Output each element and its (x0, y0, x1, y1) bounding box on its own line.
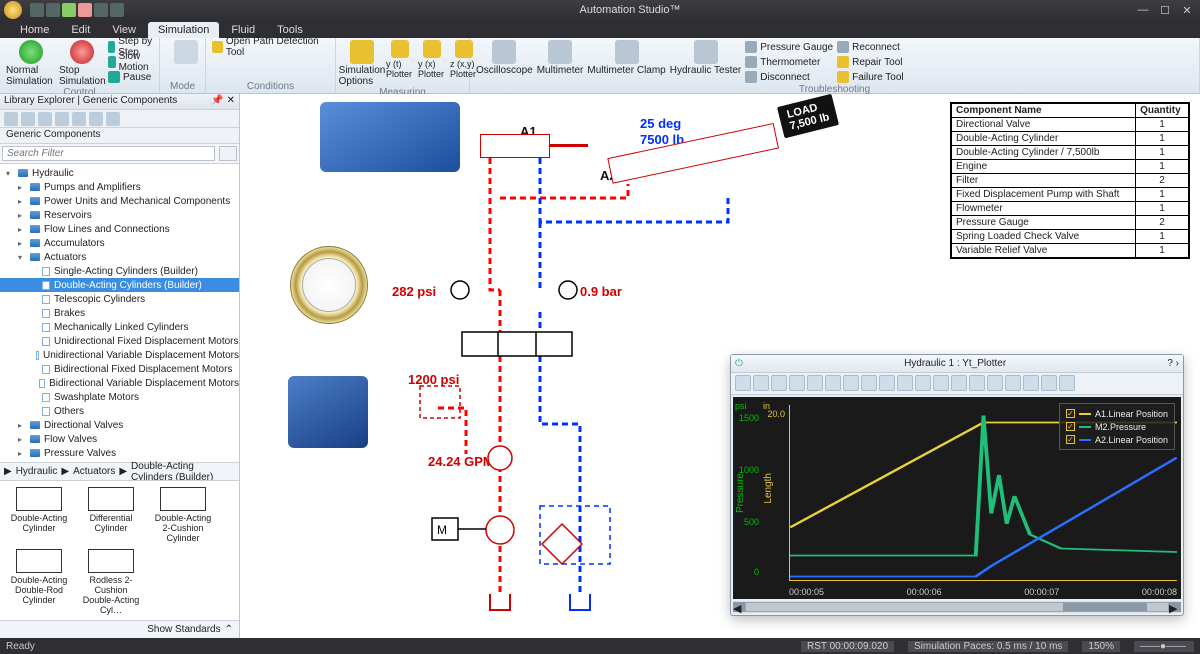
close-button[interactable]: ✕ (1180, 3, 1194, 17)
plotter-help-icon[interactable]: ? (1167, 358, 1173, 369)
menu-tabs: Home Edit View Simulation Fluid Tools (0, 20, 1200, 38)
status-slider[interactable]: ——●—— (1134, 641, 1194, 652)
tree-item[interactable]: ▸Flow Lines and Connections (0, 222, 239, 236)
panel-pin-icon[interactable]: 📌 ✕ (211, 95, 235, 108)
plot-scrollbar[interactable]: ◀▶ (733, 601, 1181, 613)
tree-item[interactable]: Telescopic Cylinders (0, 292, 239, 306)
search-input[interactable] (2, 146, 215, 161)
tree-item[interactable]: ▸Flow Valves (0, 432, 239, 446)
tree-item[interactable]: ▾Hydraulic (0, 166, 239, 180)
symbol-grid[interactable]: Double-Acting CylinderDifferential Cylin… (0, 480, 239, 620)
tab-edit[interactable]: Edit (61, 22, 100, 38)
symbol-item[interactable]: Double-Acting Double-Rod Cylinder (6, 549, 72, 615)
qat-icon[interactable] (94, 3, 108, 17)
plotter-collapse-icon[interactable]: › (1176, 358, 1179, 369)
multimeter-clamp-button[interactable]: Multimeter Clamp (587, 40, 665, 76)
title-bar: Automation Studio™ — ☐ ✕ (0, 0, 1200, 20)
quick-access-toolbar[interactable] (30, 3, 124, 17)
plot-area[interactable]: psi 1500 1000 500 0 Pressure in 20.0 Len… (733, 397, 1181, 599)
tree-item[interactable]: Double-Acting Cylinders (Builder) (0, 278, 239, 292)
plotter-toolbar[interactable] (731, 373, 1183, 395)
tree-item[interactable]: Single-Acting Cylinders (Builder) (0, 264, 239, 278)
component-table: Component NameQuantityDirectional Valve1… (950, 102, 1190, 259)
tree-item[interactable]: Unidirectional Variable Displacement Mot… (0, 348, 239, 362)
sim-options-button[interactable]: Simulation Options (342, 40, 382, 87)
symbol-item[interactable]: Double-Acting 2-Cushion Cylinder (150, 487, 216, 543)
qat-icon[interactable] (62, 3, 76, 17)
tree-item[interactable]: Bidirectional Variable Displacement Moto… (0, 376, 239, 390)
tree-item[interactable]: ▸Power Units and Mechanical Components (0, 194, 239, 208)
qat-icon[interactable] (78, 3, 92, 17)
tab-home[interactable]: Home (10, 22, 59, 38)
reconnect-button[interactable]: Reconnect (837, 40, 904, 54)
plotter-power-icon[interactable]: ⏻ (735, 358, 743, 369)
minimize-button[interactable]: — (1136, 3, 1150, 17)
status-rst: RST 00:00:09.020 (801, 641, 894, 652)
tree-item[interactable]: ▸Accumulators (0, 236, 239, 250)
library-tree[interactable]: ▾Hydraulic▸Pumps and Amplifiers▸Power Un… (0, 164, 239, 462)
expand-icon[interactable]: ⌃ (225, 624, 233, 635)
show-standards-button[interactable]: Show Standards (147, 624, 220, 635)
schematic-canvas[interactable]: A1 A2 25 deg 7500 lb LOAD7,500 lb 282 ps… (240, 94, 1200, 638)
time-axis: 00:00:0500:00:0600:00:0700:00:08 (789, 587, 1177, 597)
window-title: Automation Studio™ (124, 4, 1136, 16)
pause-button[interactable]: Pause (108, 70, 153, 84)
thermometer-button[interactable]: Thermometer (745, 55, 833, 69)
tab-simulation[interactable]: Simulation (148, 22, 219, 38)
yx-plotter-button[interactable]: y (x) Plotter (418, 40, 446, 79)
status-zoom[interactable]: 150% (1082, 641, 1120, 652)
plotter-title: Hydraulic 1 : Yt_Plotter (743, 358, 1167, 369)
status-bar: Ready RST 00:00:09.020 Simulation Paces:… (0, 638, 1200, 654)
status-paces: Simulation Paces: 0.5 ms / 10 ms (908, 641, 1068, 652)
symbol-item[interactable]: Differential Cylinder (78, 487, 144, 543)
qat-icon[interactable] (30, 3, 44, 17)
tree-item[interactable]: Others (0, 404, 239, 418)
failure-tool-button[interactable]: Failure Tool (837, 70, 904, 84)
svg-text:M: M (437, 523, 447, 537)
tree-item[interactable]: Unidirectional Fixed Displacement Motors (0, 334, 239, 348)
ribbon: Normal Simulation Stop Simulation Step b… (0, 38, 1200, 94)
tree-item[interactable]: ▾Actuators (0, 250, 239, 264)
symbol-item[interactable]: Rodless 2-Cushion Double-Acting Cyl… (78, 549, 144, 615)
plot-legend[interactable]: ✓A1.Linear Position ✓M2.Pressure ✓A2.Lin… (1059, 403, 1175, 450)
multimeter-button[interactable]: Multimeter (537, 40, 584, 76)
repair-tool-button[interactable]: Repair Tool (837, 55, 904, 69)
library-toolbar[interactable] (0, 110, 239, 128)
qat-icon[interactable] (110, 3, 124, 17)
slow-button[interactable]: Slow Motion (108, 55, 153, 69)
tree-item[interactable]: Bidirectional Fixed Displacement Motors (0, 362, 239, 376)
pressure-gauge-button[interactable]: Pressure Gauge (745, 40, 833, 54)
normal-sim-button[interactable]: Normal Simulation (6, 40, 57, 87)
symbol-item[interactable]: Double-Acting Cylinder (6, 487, 72, 543)
maximize-button[interactable]: ☐ (1158, 3, 1172, 17)
status-ready: Ready (6, 641, 35, 652)
oscilloscope-button[interactable]: Oscilloscope (476, 40, 533, 76)
plotter-panel[interactable]: ⏻ Hydraulic 1 : Yt_Plotter ? › psi 1500 … (730, 354, 1184, 616)
tree-item[interactable]: ▸Pumps and Amplifiers (0, 180, 239, 194)
tree-item[interactable]: ▸Reservoirs (0, 208, 239, 222)
search-filter-icon[interactable] (219, 146, 237, 161)
tree-item[interactable]: Swashplate Motors (0, 390, 239, 404)
breadcrumb[interactable]: ▶Hydraulic ▶Actuators ▶Double-Acting Cyl… (0, 462, 239, 480)
mode-button[interactable] (166, 40, 206, 65)
library-tab[interactable]: Generic Components (0, 128, 239, 144)
panel-title: Library Explorer | Generic Components (4, 95, 177, 108)
stop-sim-button[interactable]: Stop Simulation (61, 40, 104, 87)
app-logo-icon (4, 1, 22, 19)
qat-icon[interactable] (46, 3, 60, 17)
open-path-button[interactable]: Open Path Detection Tool (212, 40, 329, 54)
yt-plotter-button[interactable]: y (t) Plotter (386, 40, 414, 79)
tree-item[interactable]: ▸Pressure Valves (0, 446, 239, 460)
library-panel: Library Explorer | Generic Components 📌 ✕… (0, 94, 240, 638)
tree-item[interactable]: Mechanically Linked Cylinders (0, 320, 239, 334)
disconnect-button[interactable]: Disconnect (745, 70, 833, 84)
tree-item[interactable]: ▸Directional Valves (0, 418, 239, 432)
hydraulic-tester-button[interactable]: Hydraulic Tester (670, 40, 742, 76)
tree-item[interactable]: Brakes (0, 306, 239, 320)
